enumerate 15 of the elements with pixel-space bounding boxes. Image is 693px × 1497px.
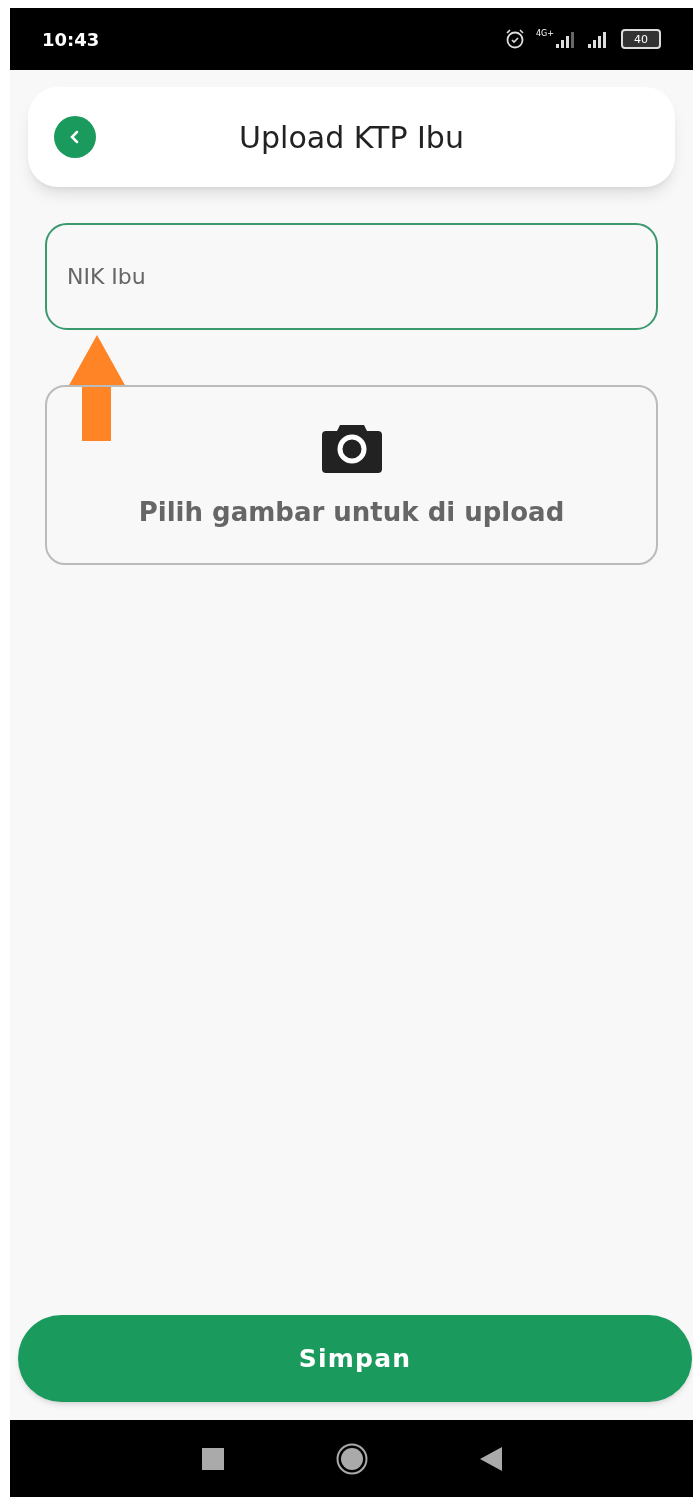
home-icon[interactable] — [335, 1442, 368, 1475]
arrow-icon — [68, 335, 126, 441]
back-button[interactable] — [54, 116, 96, 158]
alarm-icon — [504, 28, 526, 50]
back-icon[interactable] — [479, 1446, 502, 1471]
nik-input-field[interactable]: NIK Ibu — [45, 223, 658, 330]
network-type: 4G+ — [536, 30, 554, 38]
battery-indicator: 40 — [621, 29, 661, 49]
upload-label: Pilih gambar untuk di upload — [138, 495, 565, 529]
upload-area[interactable]: Pilih gambar untuk di upload — [45, 385, 658, 565]
page-title: Upload KTP Ibu — [239, 118, 464, 157]
save-button[interactable]: Simpan — [18, 1315, 692, 1402]
status-time: 10:43 — [42, 27, 100, 52]
recent-apps-icon[interactable] — [201, 1447, 224, 1470]
signal-icon — [555, 30, 577, 48]
